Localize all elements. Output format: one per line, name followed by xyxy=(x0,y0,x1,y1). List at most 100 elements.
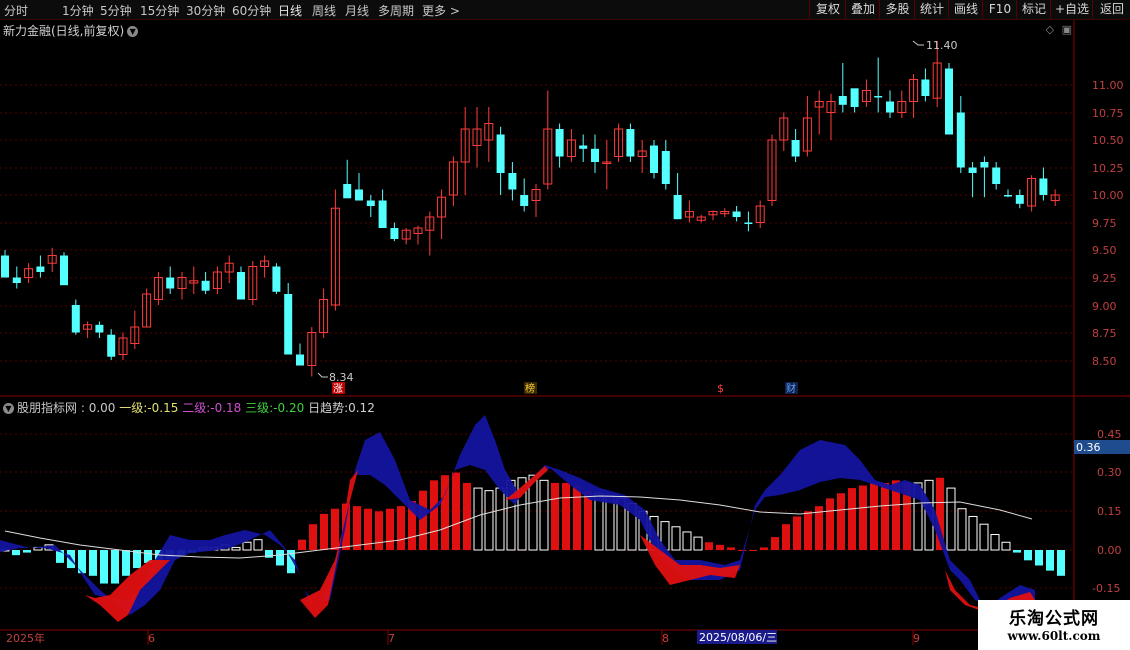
price-tick: 10.50 xyxy=(1092,134,1124,147)
price-tick: 9.50 xyxy=(1092,244,1117,257)
indicator-bar xyxy=(320,513,328,550)
candle-body xyxy=(296,354,304,366)
indicator-bar xyxy=(881,482,889,550)
indicator-bar xyxy=(705,542,713,550)
price-tick: 8.50 xyxy=(1092,355,1117,368)
cursor-date-label: 2025/08/06/三 xyxy=(699,631,777,644)
indicator-bar xyxy=(1024,550,1032,561)
indicator-bar xyxy=(122,550,130,576)
indicator-bar xyxy=(276,550,284,566)
indicator-bar xyxy=(793,516,801,550)
candle-body xyxy=(508,173,517,190)
date-label: 9 xyxy=(913,632,920,645)
indicator-bar xyxy=(419,490,427,550)
indicator-bar xyxy=(727,547,735,550)
indicator-bar xyxy=(231,546,241,551)
candle-body xyxy=(1,255,9,278)
candle-body xyxy=(378,200,387,228)
date-label: 7 xyxy=(388,632,395,645)
indicator-bar xyxy=(111,550,119,584)
price-tick: 8.75 xyxy=(1092,327,1117,340)
indicator-bar xyxy=(749,550,757,551)
indicator-tick: 0.00 xyxy=(1097,544,1122,557)
candle-body xyxy=(1004,195,1012,197)
candle-body xyxy=(60,255,68,286)
indicator-bar xyxy=(397,506,405,550)
candle-body xyxy=(850,88,859,107)
current-value-label: 0.36 xyxy=(1076,441,1101,454)
candle-body xyxy=(496,134,505,173)
indicator-bar xyxy=(671,526,681,551)
indicator-bar xyxy=(452,472,460,550)
event-marker-text: 财 xyxy=(786,382,796,395)
level1-value: -0.15 xyxy=(147,401,179,415)
indicator-bar xyxy=(946,487,956,551)
indicator-bar xyxy=(1046,550,1054,571)
level3-label: 三级: xyxy=(245,401,274,415)
indicator-bar xyxy=(495,487,505,551)
daily-trend-label: 日趋势: xyxy=(308,401,349,415)
candle-body xyxy=(71,305,80,333)
candle-body xyxy=(579,145,588,149)
watermark-logo: 乐淘公式网 www.60lt.com xyxy=(978,600,1130,650)
indicator-bar xyxy=(1057,550,1065,576)
indicator-bar xyxy=(430,480,438,550)
candle-body xyxy=(744,222,753,224)
indicator-bar xyxy=(386,508,394,550)
level3-value: -0.20 xyxy=(273,401,305,415)
candle-body xyxy=(661,151,670,184)
indicator-bar xyxy=(1035,550,1043,566)
candle-body xyxy=(284,294,293,355)
price-tick: 9.25 xyxy=(1092,272,1117,285)
candle-body xyxy=(874,96,883,98)
indicator-bar xyxy=(826,498,834,550)
price-tick: 9.75 xyxy=(1092,217,1117,230)
indicator-bar xyxy=(89,550,97,576)
indicator-bar xyxy=(682,531,692,551)
indicator-bar xyxy=(859,485,867,550)
indicator-bar xyxy=(353,506,361,550)
high-price-label: 11.40 xyxy=(926,39,958,52)
indicator-bar xyxy=(473,487,483,551)
indicator-bar xyxy=(968,515,978,551)
price-tick: 10.75 xyxy=(1092,107,1124,120)
level2-value: -0.18 xyxy=(210,401,242,415)
chevron-down-icon[interactable]: ▼ xyxy=(3,403,14,414)
indicator-bar xyxy=(760,547,768,550)
indicator-bar xyxy=(738,550,746,551)
indicator-bar xyxy=(253,539,263,551)
indicator-bar xyxy=(484,490,494,551)
indicator-bar xyxy=(242,541,252,551)
candle-body xyxy=(968,167,977,173)
candle-body xyxy=(992,167,1001,184)
indicator-bar xyxy=(100,550,108,584)
candle-body xyxy=(272,266,281,292)
indicator-bar xyxy=(990,534,1000,551)
indicator-bar xyxy=(716,544,724,550)
indicator-title: ▼ 股朋指标网 : 0.00 一级:-0.15 二级:-0.18 三级:-0.20… xyxy=(3,399,375,416)
indicator-bar xyxy=(551,482,559,550)
event-marker-dollar[interactable]: $ xyxy=(717,382,724,395)
watermark-url: www.60lt.com xyxy=(1007,629,1101,643)
candle-body xyxy=(945,68,953,135)
indicator-bar xyxy=(309,524,317,550)
level1-label: 一级: xyxy=(119,401,148,415)
candle-body xyxy=(366,200,375,206)
candle-body xyxy=(791,140,800,157)
candlestick-series xyxy=(1,41,1060,377)
candle-body xyxy=(237,272,245,300)
indicator-bar xyxy=(1001,541,1011,551)
candle-body xyxy=(591,148,599,162)
indicator-bar xyxy=(441,475,449,550)
indicator-name: 股朋指标网 xyxy=(17,401,78,415)
candle-body xyxy=(95,324,104,333)
indicator-bar xyxy=(539,479,549,551)
candle-body xyxy=(956,112,965,168)
candle-body xyxy=(1039,178,1048,195)
low-marker-arrow xyxy=(317,372,328,378)
high-marker-arrow xyxy=(912,40,924,46)
candle-body xyxy=(1015,195,1024,204)
candle-body xyxy=(201,280,210,291)
candle-body xyxy=(36,266,45,272)
daily-trend-value: 0.12 xyxy=(348,401,375,415)
